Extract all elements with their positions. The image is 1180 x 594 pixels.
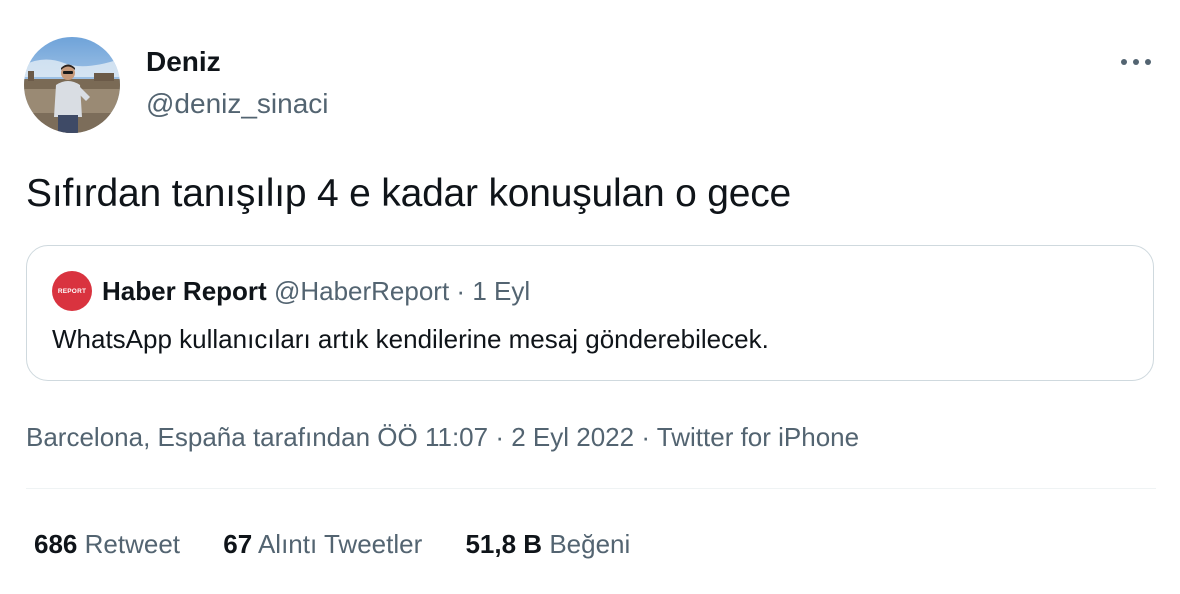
likes-count: 51,8 B	[465, 529, 543, 559]
quoted-author-avatar[interactable]: REPORT	[52, 271, 92, 311]
quoted-tweet-header: Haber Report @HaberReport · 1 Eyl	[102, 274, 530, 308]
quote-tweets-label: Alıntı Tweetler	[257, 529, 423, 559]
quoted-tweet[interactable]: REPORT Haber Report @HaberReport · 1 Eyl…	[26, 245, 1154, 381]
tweet-detail: Deniz @deniz_sinaci Sıfırdan tanışılıp 4…	[0, 0, 1180, 594]
tweet-text: Sıfırdan tanışılıp 4 e kadar konuşulan o…	[26, 172, 792, 215]
tweet-metadata: Barcelona, España tarafından ÖÖ 11:07 · …	[26, 420, 859, 454]
quoted-author-name[interactable]: Haber Report	[102, 276, 267, 306]
author-avatar[interactable]	[24, 37, 120, 133]
retweets-label: Retweet	[84, 529, 181, 559]
tweet-location[interactable]: Barcelona, España	[26, 422, 246, 452]
meta-separator: ·	[641, 422, 651, 452]
quoted-tweet-text: WhatsApp kullanıcıları artık kendilerine…	[52, 324, 769, 354]
retweets-stat[interactable]: 686 Retweet	[34, 527, 180, 561]
meta-separator: ·	[495, 422, 504, 452]
author-handle[interactable]: @deniz_sinaci	[146, 86, 329, 122]
avatar-photo	[24, 37, 120, 133]
tweet-date[interactable]: 2 Eyl 2022	[511, 422, 634, 452]
quoted-avatar-logo-text: REPORT	[57, 287, 87, 295]
quoted-separator: ·	[456, 276, 466, 306]
tweet-location-suffix: tarafından	[252, 422, 371, 452]
more-horizontal-icon	[1121, 59, 1151, 65]
likes-stat[interactable]: 51,8 B Beğeni	[465, 527, 630, 561]
tweet-source[interactable]: Twitter for iPhone	[657, 422, 859, 452]
quote-tweets-count: 67	[223, 529, 253, 559]
divider	[26, 488, 1156, 489]
tweet-time[interactable]: ÖÖ 11:07	[377, 422, 488, 452]
likes-label: Beğeni	[549, 529, 631, 559]
quoted-tweet-date[interactable]: 1 Eyl	[472, 276, 530, 306]
quote-tweets-stat[interactable]: 67 Alıntı Tweetler	[223, 527, 422, 561]
author-display-name[interactable]: Deniz	[146, 44, 221, 80]
retweets-count: 686	[34, 529, 78, 559]
tweet-stats: 686 Retweet 67 Alıntı Tweetler 51,8 B Be…	[34, 527, 666, 561]
quoted-author-handle[interactable]: @HaberReport	[274, 276, 449, 306]
more-options-button[interactable]	[1116, 46, 1156, 78]
